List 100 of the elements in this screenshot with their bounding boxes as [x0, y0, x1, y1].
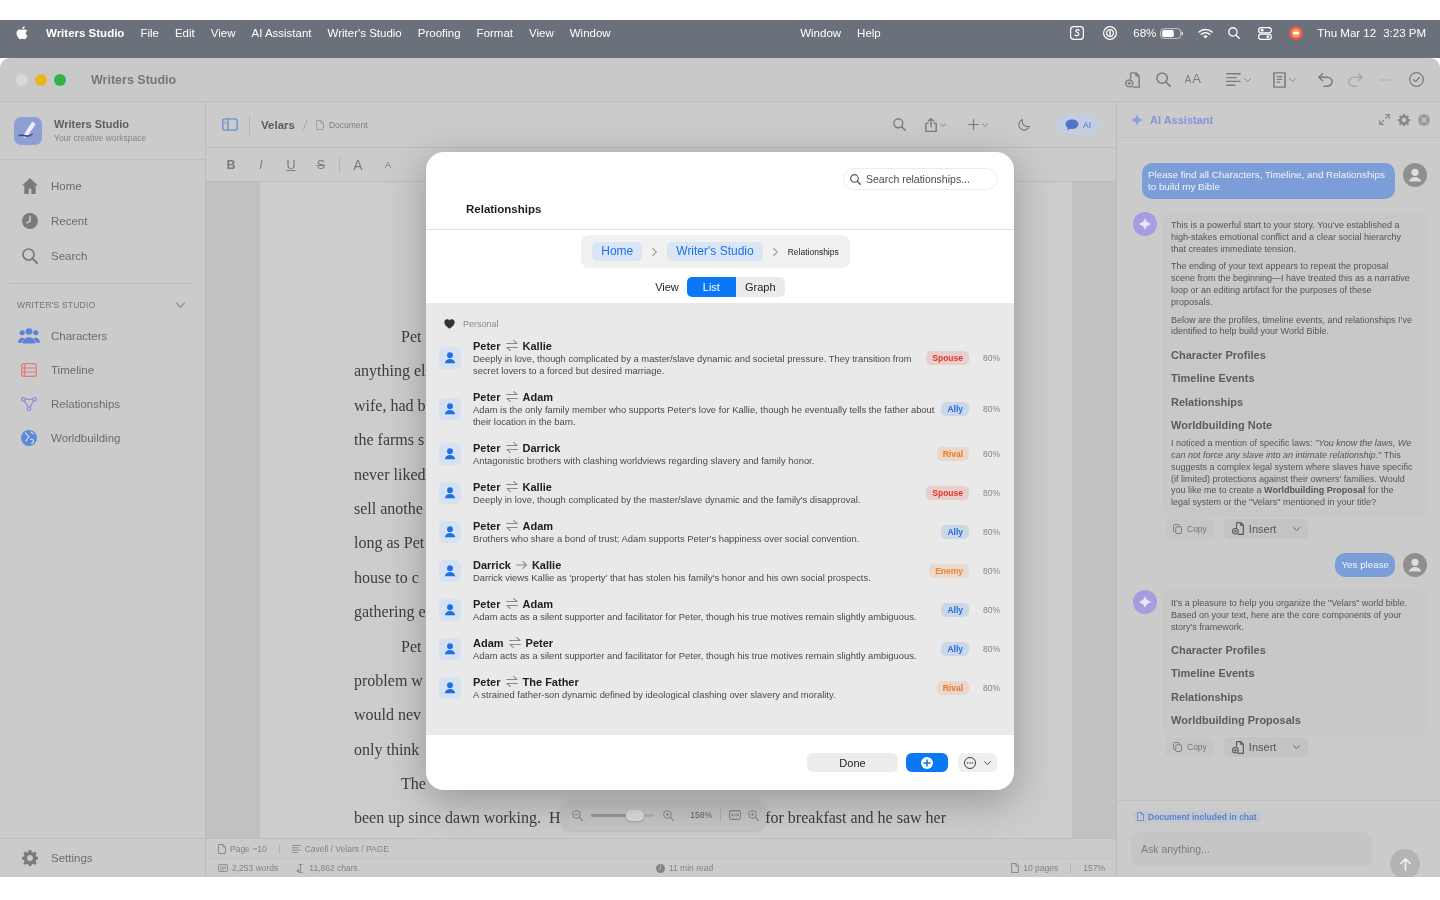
menu-item[interactable]: AI Assistant: [251, 27, 312, 39]
caret-icon[interactable]: [939, 122, 946, 127]
caret-icon[interactable]: [981, 122, 988, 127]
zoom-out-icon[interactable]: [572, 809, 583, 821]
toggles-icon[interactable]: [1258, 26, 1273, 40]
format-button[interactable]: U: [279, 153, 303, 176]
manuscript-text: been up since dawn working. H: [354, 808, 561, 829]
manuscript-text: gathering e: [354, 602, 426, 623]
settings-item[interactable]: Settings: [22, 840, 97, 876]
zoom-in-icon[interactable]: [663, 809, 675, 821]
insert-button[interactable]: Insert: [1223, 737, 1309, 758]
menu-item[interactable]: View: [210, 27, 236, 39]
swap-arrows-icon: [505, 676, 518, 687]
nav-item[interactable]: Home: [22, 168, 86, 203]
width-arrows-icon[interactable]: [729, 810, 741, 820]
window-title: Writers Studio: [91, 72, 177, 87]
app-menu[interactable]: Writers Studio: [46, 27, 125, 39]
window-zoom-icon[interactable]: [54, 73, 66, 86]
breadcrumb-link[interactable]: Writer's Studio: [667, 242, 763, 261]
search-icon[interactable]: [1155, 72, 1171, 87]
manuscript-text: never liked: [354, 464, 426, 485]
apple-icon[interactable]: [16, 26, 28, 40]
person-icon: [439, 598, 461, 621]
caret-icon[interactable]: [1244, 77, 1251, 82]
context-chip[interactable]: Document included in chat: [1133, 810, 1261, 823]
character-name: Adam: [522, 390, 554, 403]
slider-thumb[interactable]: [625, 809, 644, 821]
menu-item[interactable]: Writer's Studio: [327, 27, 402, 39]
send-button[interactable]: [1390, 849, 1420, 877]
strength-percentage: 80%: [982, 403, 1000, 414]
message-paragraph: It’s a pleasure to help you organize the "Velars" world bible. Based on your text, here are the core components of your story's framework.: [1171, 597, 1409, 634]
plus-icon[interactable]: [967, 119, 979, 130]
search-field[interactable]: Search relationships...: [843, 168, 998, 190]
battery-icon[interactable]: [1160, 27, 1185, 39]
menu-item[interactable]: Help: [857, 27, 881, 39]
user-message: Yes please: [1335, 552, 1395, 577]
sidebar-toggle-icon[interactable]: [222, 118, 238, 131]
document-lines-icon[interactable]: [1273, 71, 1286, 88]
menu-item[interactable]: View: [529, 27, 554, 39]
wifi-icon[interactable]: [1198, 27, 1214, 39]
nav-item[interactable]: Characters: [18, 319, 112, 353]
status-text: 11,862 chars: [309, 863, 358, 873]
format-button[interactable]: A: [346, 153, 370, 176]
format-button[interactable]: B: [219, 153, 243, 176]
text-size-button[interactable]: AA: [1184, 72, 1201, 87]
nav-item[interactable]: Search: [22, 238, 92, 273]
nav-item[interactable]: Worldbuilding: [18, 421, 125, 455]
character-name: Peter: [473, 339, 501, 352]
ai-toggle-button[interactable]: AI: [1055, 114, 1100, 135]
arrow-right-icon: [515, 560, 527, 569]
more-button[interactable]: [958, 753, 997, 772]
rounded-square-icon[interactable]: [1070, 26, 1085, 40]
chat-input[interactable]: Ask anything...: [1131, 832, 1372, 866]
done-button[interactable]: Done: [807, 753, 898, 772]
section-title: WRITER'S STUDIO: [17, 300, 96, 310]
relationship-description: Darrick views Kallie as 'property' that has stolen his family's honor and his own social prospects.: [473, 571, 871, 584]
undo-icon[interactable]: [1318, 72, 1333, 87]
expand-icon[interactable]: [1379, 114, 1390, 125]
add-button[interactable]: [906, 753, 948, 772]
moon-icon[interactable]: [1017, 118, 1030, 131]
close-icon[interactable]: [1418, 113, 1430, 126]
nav-item[interactable]: Relationships: [18, 387, 125, 421]
gear-icon[interactable]: [1398, 113, 1410, 126]
caret-icon[interactable]: [1289, 77, 1296, 82]
format-button[interactable]: S: [309, 153, 333, 176]
search-icon[interactable]: [892, 118, 906, 131]
menu-item[interactable]: Window: [800, 27, 842, 39]
share-icon[interactable]: [924, 117, 937, 132]
orb-icon[interactable]: [1289, 26, 1304, 40]
nav-item[interactable]: Recent: [22, 203, 92, 238]
menu-item[interactable]: File: [140, 27, 159, 39]
window-minimize-icon[interactable]: [35, 73, 47, 86]
avatar-icon: [1403, 163, 1427, 187]
menu-bar-time[interactable]: 3:23 PM: [1383, 27, 1426, 39]
character-name: Darrick: [473, 558, 511, 571]
view-tab[interactable]: Graph: [735, 277, 785, 297]
zoom-in-icon[interactable]: [748, 809, 759, 821]
menu-item[interactable]: Format: [476, 27, 514, 39]
people-icon: [18, 328, 40, 344]
strength-percentage: 80%: [982, 352, 1000, 363]
manuscript-text: anything el: [354, 361, 426, 382]
keyhole-circle-icon[interactable]: [1103, 26, 1118, 40]
redo-icon[interactable]: [1348, 72, 1363, 87]
menu-item[interactable]: Edit: [174, 27, 195, 39]
check-circle-icon[interactable]: [1409, 72, 1424, 87]
document-plus-icon[interactable]: [1124, 71, 1140, 88]
format-button[interactable]: I: [249, 153, 273, 176]
align-lines-icon[interactable]: [1226, 73, 1241, 86]
menu-item[interactable]: Window: [569, 27, 611, 39]
breadcrumb-link[interactable]: Home: [592, 242, 643, 261]
chevron-down-icon[interactable]: [176, 302, 185, 308]
insert-button[interactable]: Insert: [1223, 518, 1309, 539]
view-tab[interactable]: List: [686, 277, 736, 297]
person-icon: [439, 520, 461, 543]
search-icon[interactable]: [1228, 27, 1241, 39]
nav-item[interactable]: Timeline: [18, 353, 99, 387]
menu-bar-date[interactable]: Thu Mar 12: [1317, 27, 1377, 39]
format-button[interactable]: A: [376, 153, 400, 176]
menu-item[interactable]: Proofing: [417, 27, 461, 39]
message-heading: Timeline Events: [1171, 371, 1256, 386]
